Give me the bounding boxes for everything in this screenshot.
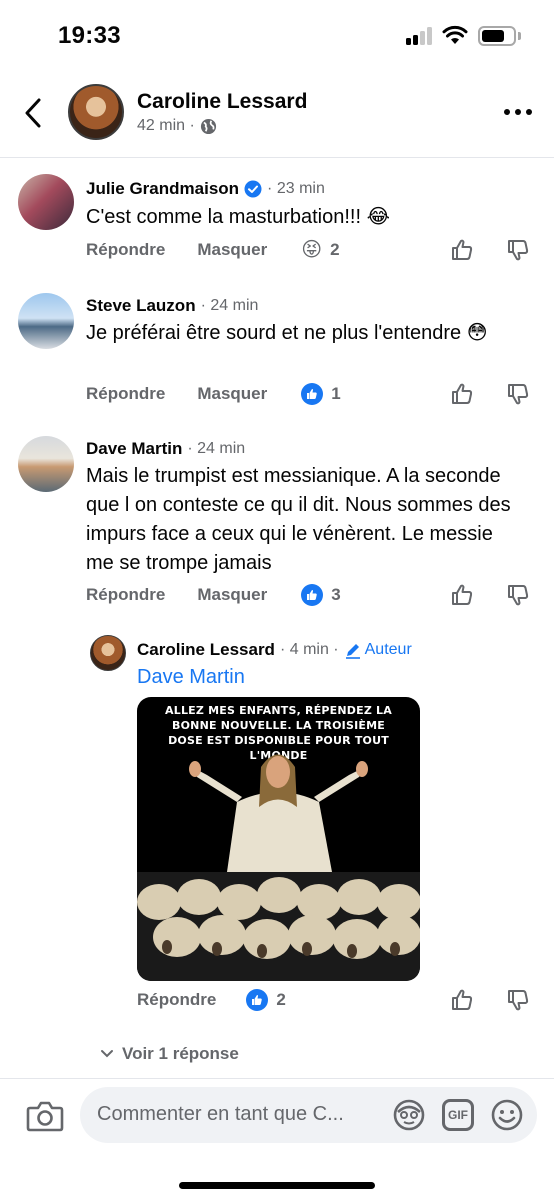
comment-actions: Répondre Masquer 3 xyxy=(86,580,341,610)
comment-header: Dave Martin · 24 min xyxy=(86,439,245,459)
commenter-avatar[interactable] xyxy=(18,436,74,492)
comment-item: Dave Martin · 24 min Mais le trumpist es… xyxy=(0,434,554,614)
status-bar: 19:33 xyxy=(0,0,554,72)
comment-item: Steve Lauzon · 24 min Je préférai être s… xyxy=(0,290,554,420)
upvote-icon[interactable] xyxy=(450,382,474,406)
reaction-summary[interactable]: 3 xyxy=(301,584,341,606)
pencil-icon xyxy=(345,644,360,659)
comment-header: Caroline Lessard · 4 min · Auteur xyxy=(137,640,412,660)
cellular-signal-icon xyxy=(406,27,434,45)
comment-composer-bar: Commenter en tant que C... GIF xyxy=(0,1078,554,1199)
battery-tip xyxy=(518,32,521,40)
upvote-icon[interactable] xyxy=(450,583,474,607)
hide-button[interactable]: Masquer xyxy=(197,384,267,404)
reaction-count: 2 xyxy=(330,240,340,259)
globe-icon xyxy=(200,118,216,134)
like-reaction-icon xyxy=(301,584,324,606)
haha-reaction-icon: 😝 xyxy=(301,239,323,261)
avatar-sticker-icon[interactable] xyxy=(392,1098,426,1132)
view-replies-button[interactable]: Voir 1 réponse xyxy=(100,1044,239,1064)
reply-button[interactable]: Répondre xyxy=(86,240,165,260)
reply-button[interactable]: Répondre xyxy=(86,384,165,404)
comment-time: · 24 min xyxy=(187,440,246,457)
reaction-summary[interactable]: 1 xyxy=(301,383,341,405)
reaction-count: 2 xyxy=(276,990,286,1009)
comment-header: Julie Grandmaison · 23 min xyxy=(86,179,325,199)
more-options-icon[interactable] xyxy=(504,108,532,116)
meme-image[interactable]: ALLEZ MES ENFANTS, RÉPENDEZ LA BONNE NOU… xyxy=(137,697,420,981)
reaction-summary[interactable]: 2 xyxy=(246,989,286,1011)
emoji-icon[interactable] xyxy=(490,1098,524,1132)
comment-time: · 4 min · xyxy=(279,641,339,658)
commenter-name[interactable]: Caroline Lessard xyxy=(137,640,275,660)
comment-actions: Répondre Masquer 1 xyxy=(86,379,341,409)
home-indicator xyxy=(179,1182,375,1189)
comment-actions: Répondre Masquer 😝 2 xyxy=(86,235,340,265)
author-tag-label: Auteur xyxy=(364,641,412,658)
comment-input-placeholder: Commenter en tant que C... xyxy=(97,1103,344,1125)
reply-item: Caroline Lessard · 4 min · Auteur Dave M… xyxy=(0,632,554,1032)
comment-actions: Répondre 2 xyxy=(137,985,286,1015)
view-replies-label: Voir 1 réponse xyxy=(122,1044,239,1063)
hide-button[interactable]: Masquer xyxy=(197,240,267,260)
commenter-name[interactable]: Dave Martin xyxy=(86,439,182,459)
commenter-avatar[interactable] xyxy=(90,635,126,671)
commenter-avatar[interactable] xyxy=(18,293,74,349)
upvote-icon[interactable] xyxy=(450,988,474,1012)
reaction-count: 3 xyxy=(331,585,341,604)
gif-icon[interactable]: GIF xyxy=(442,1099,474,1131)
post-time: 42 min · xyxy=(137,117,195,134)
reply-button[interactable]: Répondre xyxy=(86,585,165,605)
comment-item: Julie Grandmaison · 23 min C'est comme l… xyxy=(0,172,554,282)
commenter-name[interactable]: Julie Grandmaison xyxy=(86,179,239,199)
author-name[interactable]: Caroline Lessard xyxy=(137,90,307,114)
comment-input[interactable]: Commenter en tant que C... GIF xyxy=(80,1087,537,1143)
verified-badge-icon xyxy=(244,180,262,198)
comment-text: Mais le trumpist est messianique. A la s… xyxy=(86,465,511,574)
comment-header: Steve Lauzon · 24 min xyxy=(86,296,258,316)
like-reaction-icon xyxy=(301,383,324,405)
commenter-avatar[interactable] xyxy=(18,174,74,230)
upvote-icon[interactable] xyxy=(450,238,474,262)
wifi-icon xyxy=(442,25,468,44)
back-arrow-icon[interactable] xyxy=(22,96,46,130)
downvote-icon[interactable] xyxy=(506,382,530,406)
downvote-icon[interactable] xyxy=(506,988,530,1012)
reply-button[interactable]: Répondre xyxy=(137,990,216,1010)
comment-text: Je préférai être sourd et ne plus l'ente… xyxy=(86,322,488,344)
downvote-icon[interactable] xyxy=(506,238,530,262)
downvote-icon[interactable] xyxy=(506,583,530,607)
comment-time: · 23 min xyxy=(267,180,325,197)
commenter-name[interactable]: Steve Lauzon xyxy=(86,296,196,316)
post-header: Caroline Lessard 42 min · xyxy=(0,72,554,158)
author-tag: Auteur xyxy=(344,641,412,659)
mention-link[interactable]: Dave Martin xyxy=(137,666,245,689)
author-avatar[interactable] xyxy=(68,84,124,140)
reaction-count: 1 xyxy=(331,384,341,403)
comment-time: · 24 min xyxy=(200,297,259,314)
status-time: 19:33 xyxy=(58,22,121,49)
comment-text: C'est comme la masturbation!!! 😂 xyxy=(86,206,390,228)
reaction-summary[interactable]: 😝 2 xyxy=(301,240,339,260)
battery-icon xyxy=(478,26,516,46)
chevron-down-icon xyxy=(101,1050,113,1058)
hide-button[interactable]: Masquer xyxy=(197,585,267,605)
camera-icon[interactable] xyxy=(26,1099,64,1133)
post-meta: 42 min · xyxy=(137,117,217,135)
jesus-sheep-illustration xyxy=(137,754,420,981)
like-reaction-icon xyxy=(246,989,269,1011)
